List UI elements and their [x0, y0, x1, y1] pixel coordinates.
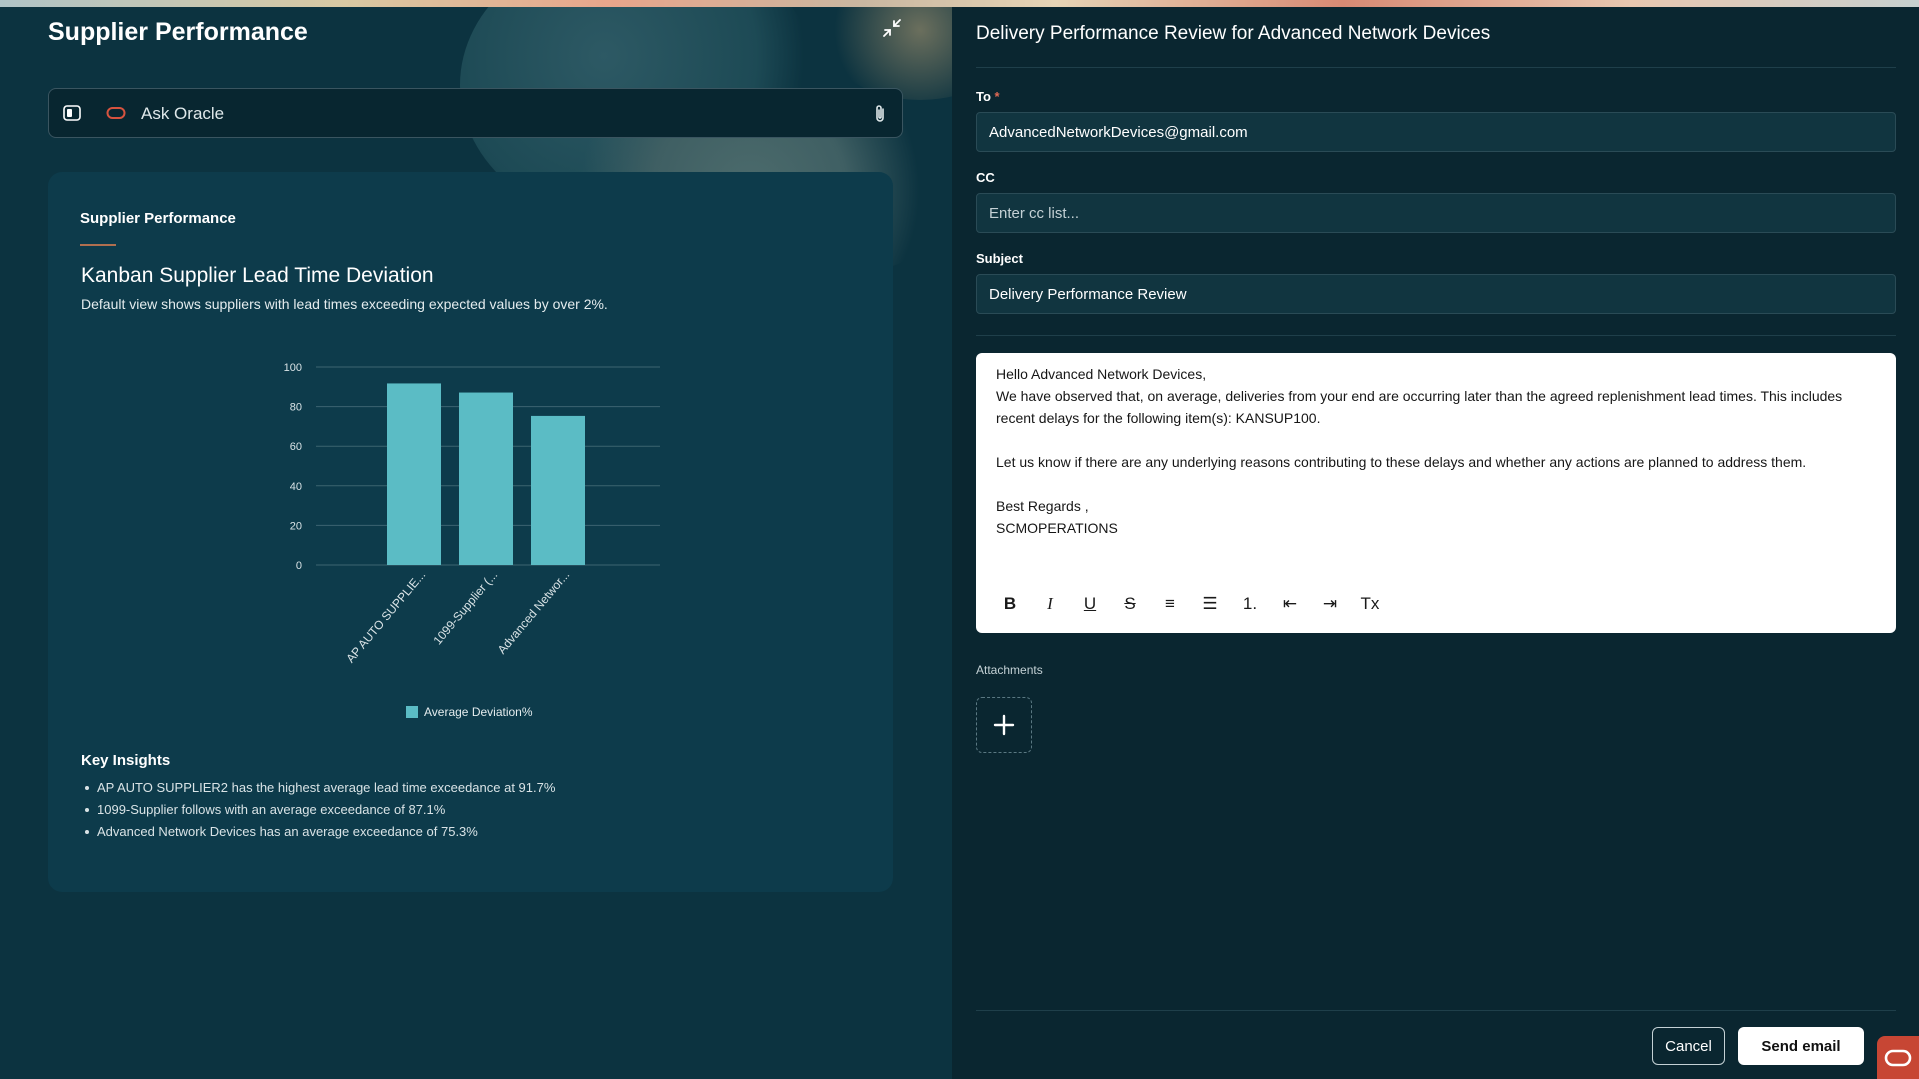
body-line: Let us know if there are any underlying … [996, 454, 1807, 470]
body-line [996, 429, 1876, 451]
oracle-logo-icon [106, 107, 126, 119]
paperclip-icon[interactable] [871, 103, 889, 125]
strikethrough-button[interactable]: S [1110, 589, 1150, 619]
indent-button[interactable]: ⇥ [1310, 589, 1350, 619]
body-line [996, 473, 1876, 495]
supplier-performance-panel: Supplier Performance Supplier Performanc… [0, 0, 952, 1079]
y-tick-label: 20 [290, 520, 302, 532]
x-tick-label: Advanced Networ... [495, 568, 573, 657]
y-tick-label: 80 [290, 402, 302, 414]
subject-field[interactable] [976, 274, 1896, 314]
body-line: We have observed that, on average, deliv… [996, 388, 1843, 426]
top-decorative-strip [0, 0, 1919, 7]
collapse-icon[interactable] [880, 16, 904, 40]
ask-oracle-input[interactable] [141, 100, 841, 128]
bar [387, 383, 441, 565]
add-attachment-button[interactable] [976, 697, 1032, 753]
to-field[interactable] [976, 112, 1896, 152]
oracle-assistant-button[interactable] [1877, 1036, 1919, 1079]
email-title: Delivery Performance Review for Advanced… [976, 23, 1491, 44]
divider [976, 67, 1896, 68]
insight-item: AP AUTO SUPPLIER2 has the highest averag… [81, 777, 555, 799]
x-tick-label: 1099-Supplier (... [430, 568, 500, 648]
cancel-button[interactable]: Cancel [1652, 1027, 1725, 1065]
cc-label: CC [976, 170, 995, 185]
bold-button[interactable]: B [990, 589, 1030, 619]
legend-swatch [406, 706, 418, 718]
attachments-label: Attachments [976, 663, 1043, 677]
divider [976, 335, 1896, 336]
body-line: Hello Advanced Network Devices, [996, 366, 1207, 382]
ask-oracle-bar [48, 88, 903, 138]
required-marker: * [994, 89, 1000, 104]
body-line: Best Regards , [996, 498, 1089, 514]
align-button[interactable]: ≡ [1150, 589, 1190, 619]
supplier-performance-card: Supplier Performance Kanban Supplier Lea… [48, 172, 893, 892]
bar [459, 392, 513, 565]
email-body-editor[interactable]: Hello Advanced Network Devices, We have … [976, 353, 1896, 633]
x-tick-label: AP AUTO SUPPLIE... [343, 568, 428, 666]
bar [531, 415, 585, 565]
background-decoration [820, 0, 952, 100]
page-title: Supplier Performance [48, 18, 308, 46]
insights-title: Key Insights [81, 752, 171, 769]
subject-label: Subject [976, 251, 1023, 266]
clear-format-button[interactable]: Tx [1350, 589, 1390, 619]
oracle-logo-icon [1884, 1049, 1912, 1066]
cc-field[interactable] [976, 193, 1896, 233]
plus-icon [993, 714, 1015, 736]
outdent-button[interactable]: ⇤ [1270, 589, 1310, 619]
insight-item: 1099-Supplier follows with an average ex… [81, 799, 555, 821]
y-tick-label: 0 [296, 560, 302, 572]
side-panel-icon[interactable] [63, 104, 81, 122]
y-tick-label: 40 [290, 481, 302, 493]
y-tick-label: 60 [290, 441, 302, 453]
y-tick-label: 100 [284, 362, 302, 374]
insight-item: Advanced Network Devices has an average … [81, 821, 555, 843]
divider [976, 1010, 1896, 1011]
to-label: To * [976, 89, 1000, 104]
italic-button[interactable]: I [1030, 589, 1070, 619]
send-email-button[interactable]: Send email [1738, 1027, 1864, 1065]
legend-label: Average Deviation% [424, 705, 533, 719]
email-body-text[interactable]: Hello Advanced Network Devices, We have … [996, 363, 1876, 539]
lead-time-deviation-chart: 0 20 40 60 80 100 AP AUTO SUPPLIE... 1099-Suppl… [284, 362, 660, 719]
underline-button[interactable]: U [1070, 589, 1110, 619]
bullet-list-button[interactable]: ☰ [1190, 589, 1230, 619]
email-compose-panel: Delivery Performance Review for Advanced… [952, 7, 1919, 1079]
body-line: SCMOPERATIONS [996, 520, 1118, 536]
formatting-toolbar: B I U S ≡ ☰ 1. ⇤ ⇥ Tx [990, 589, 1390, 619]
to-label-text: To [976, 89, 991, 104]
numbered-list-button[interactable]: 1. [1230, 589, 1270, 619]
insights-list: AP AUTO SUPPLIER2 has the highest averag… [81, 777, 555, 843]
